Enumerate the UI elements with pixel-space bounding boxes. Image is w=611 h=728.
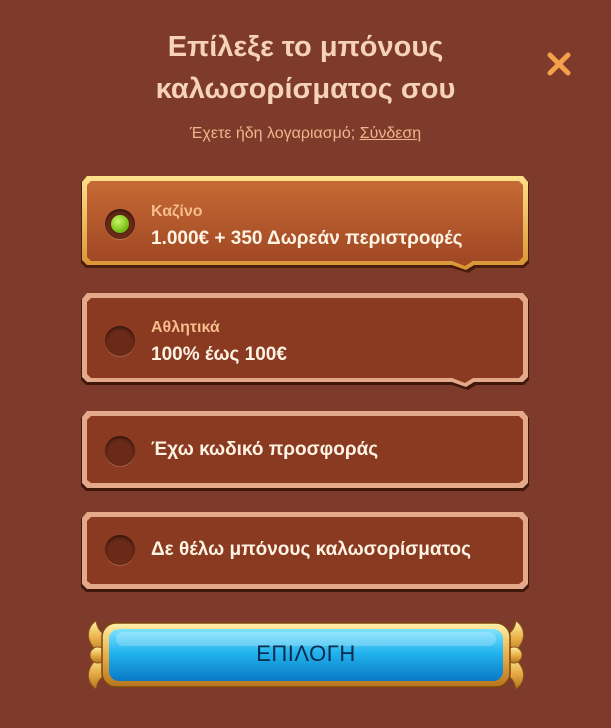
login-prompt-text: Έχετε ήδη λογαριασμό; (189, 125, 356, 142)
option-text-casino: Καζίνο 1.000€ + 350 Δωρεάν περιστροφές (151, 203, 463, 250)
option-frame (81, 293, 529, 390)
radio-casino[interactable] (105, 209, 135, 239)
radio-sports[interactable] (105, 326, 135, 356)
select-button-label: ΕΠΙΛΟΓΗ (256, 641, 356, 666)
option-value: Έχω κωδικό προσφοράς (151, 439, 379, 460)
option-label: Καζίνο (151, 203, 203, 220)
bonus-option-no-bonus[interactable]: Δε θέλω μπόνους καλωσορίσματος (80, 511, 530, 595)
option-value: 100% έως 100€ (151, 344, 287, 365)
close-button[interactable] (545, 50, 573, 78)
title-line-2: καλωσορίσματος σου (155, 73, 456, 105)
bonus-option-casino[interactable]: Καζίνο 1.000€ + 350 Δωρεάν περιστροφές (80, 175, 530, 275)
close-icon (547, 52, 571, 76)
login-prompt: Έχετε ήδη λογαριασμό; Σύνδεση (0, 125, 611, 143)
page-title: Επίλεξε το μπόνους καλωσορίσματος σου (0, 26, 611, 110)
option-value: Δε θέλω μπόνους καλωσορίσματος (151, 539, 472, 560)
bonus-option-sports[interactable]: Αθλητικά 100% έως 100€ (80, 292, 530, 392)
login-link[interactable]: Σύνδεση (360, 125, 421, 142)
bonus-option-promo-code[interactable]: Έχω κωδικό προσφοράς (80, 410, 530, 494)
option-text-sports: Αθλητικά 100% έως 100€ (151, 319, 287, 366)
option-label: Αθλητικά (151, 319, 220, 336)
title-line-1: Επίλεξε το μπόνους (167, 31, 444, 63)
radio-no-bonus[interactable] (105, 535, 135, 565)
option-value: 1.000€ + 350 Δωρεάν περιστροφές (151, 228, 463, 249)
select-button[interactable]: ΕΠΙΛΟΓΗ (80, 617, 532, 693)
radio-promo-code[interactable] (105, 436, 135, 466)
